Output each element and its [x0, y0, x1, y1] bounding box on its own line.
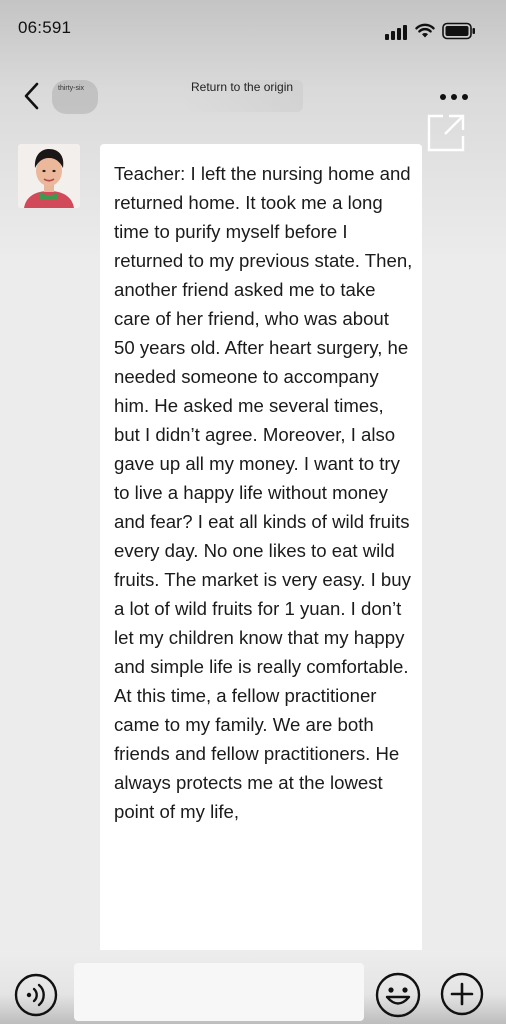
plus-icon[interactable]	[440, 972, 484, 1016]
voice-icon[interactable]	[14, 973, 58, 1017]
status-time: 06:591	[18, 18, 72, 37]
battery-icon	[442, 22, 475, 40]
chevron-left-icon[interactable]	[20, 80, 46, 112]
external-link-icon[interactable]	[427, 114, 465, 152]
page-title: Return to the origin	[183, 80, 303, 112]
emoji-icon[interactable]	[375, 972, 421, 1018]
message-input[interactable]	[74, 963, 364, 1021]
message-text: Teacher: I left the nursing home and ret…	[114, 163, 413, 822]
wifi-icon	[415, 23, 435, 38]
contact-name[interactable]: thirty-six	[52, 80, 98, 114]
avatar-photo	[18, 144, 80, 208]
status-bar: 06:591	[0, 0, 506, 56]
avatar[interactable]	[18, 144, 80, 208]
signal-icon	[385, 25, 407, 40]
message-bubble[interactable]: Teacher: I left the nursing home and ret…	[100, 144, 422, 964]
input-bar	[0, 950, 506, 1024]
more-horizontal-icon[interactable]	[438, 92, 470, 102]
